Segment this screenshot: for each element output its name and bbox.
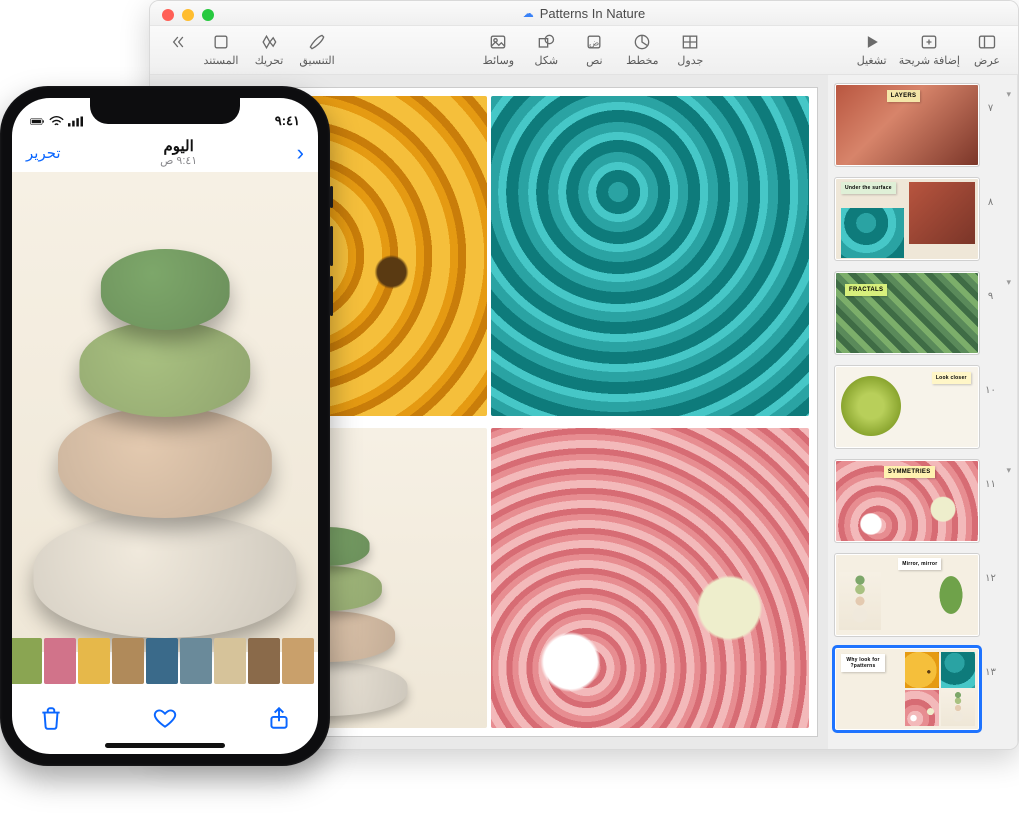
slide-thumbnail[interactable]: Look closer — [834, 365, 980, 449]
chart-button[interactable]: مخطط — [621, 30, 663, 67]
slide-image-teal[interactable] — [491, 96, 809, 416]
mute-switch[interactable] — [330, 186, 333, 208]
play-icon — [855, 30, 889, 54]
nav-item-11[interactable]: ▾ ١١ SYMMETRIES — [834, 459, 1011, 543]
slide-thumbnail[interactable]: SYMMETRIES — [834, 459, 980, 543]
add-slide-button[interactable]: إضافة شريحة — [899, 30, 960, 67]
window-title: Patterns In Nature — [540, 6, 646, 21]
slide-thumbnail-selected[interactable]: Why look for patterns? — [834, 647, 980, 731]
notch — [90, 98, 240, 124]
iphone: ٩:٤١ ‹ اليوم ٩:٤١ ص تحرير — [0, 86, 330, 766]
close-icon[interactable] — [162, 9, 174, 21]
chevron-down-icon[interactable]: ▾ — [1001, 459, 1011, 476]
slide-thumbnail[interactable]: LAYERS — [834, 83, 980, 167]
home-indicator[interactable] — [105, 743, 225, 748]
toolbar: عرض إضافة شريحة تشغيل جدول مخطط ض نص شكل — [150, 26, 1018, 75]
zoom-icon[interactable] — [202, 9, 214, 21]
nav-title: اليوم ٩:٤١ ص — [160, 138, 197, 168]
status-time: ٩:٤١ — [275, 113, 300, 129]
back-button[interactable]: ‹ — [297, 140, 304, 166]
nav-item-13[interactable]: ١٣ Why look for patterns? — [834, 647, 1011, 731]
svg-text:ض: ض — [589, 37, 599, 47]
chart-icon — [625, 30, 659, 54]
wifi-icon — [49, 116, 64, 127]
media-icon — [481, 30, 515, 54]
volume-down-button[interactable] — [330, 276, 333, 316]
edit-button[interactable]: تحرير — [26, 144, 61, 162]
volume-up-button[interactable] — [330, 226, 333, 266]
battery-icon — [30, 116, 45, 127]
view-button[interactable]: عرض — [966, 30, 1008, 67]
photo-strip[interactable] — [12, 638, 318, 684]
media-button[interactable]: وسائط — [477, 30, 519, 67]
play-button[interactable]: تشغيل — [851, 30, 893, 67]
chevron-down-icon[interactable]: ▾ — [1001, 83, 1011, 100]
shape-icon — [529, 30, 563, 54]
chevron-down-icon[interactable]: ▾ — [1001, 271, 1011, 288]
nav-item-7[interactable]: ▾ ٧ LAYERS — [834, 83, 1011, 167]
nav-item-12[interactable]: ١٢ Mirror, mirror — [834, 553, 1011, 637]
table-icon — [673, 30, 707, 54]
collapse-button[interactable] — [160, 30, 194, 54]
animate-button[interactable]: تحريك — [248, 30, 290, 67]
format-button[interactable]: التنسيق — [296, 30, 338, 67]
favorite-button[interactable] — [152, 705, 178, 736]
slide-image-shells[interactable] — [491, 428, 809, 728]
nav-item-8[interactable]: ٨ Under the surface — [834, 177, 1011, 261]
nav-item-10[interactable]: ١٠ Look closer — [834, 365, 1011, 449]
document-button[interactable]: المستند — [200, 30, 242, 67]
titlebar: Patterns In Nature ☁ — [150, 1, 1018, 26]
slide-thumbnail[interactable]: FRACTALS — [834, 271, 980, 355]
sidebar-icon — [970, 30, 1004, 54]
iphone-screen: ٩:٤١ ‹ اليوم ٩:٤١ ص تحرير — [12, 98, 318, 754]
text-button[interactable]: ض نص — [573, 30, 615, 67]
nav-item-9[interactable]: ▾ ٩ FRACTALS — [834, 271, 1011, 355]
shape-button[interactable]: شكل — [525, 30, 567, 67]
share-button[interactable] — [266, 705, 292, 736]
slide-navigator[interactable]: ▾ ٧ LAYERS ٨ Under the surface ▾ ٩ — [828, 75, 1018, 749]
text-icon: ض — [577, 30, 611, 54]
chevrons-icon — [160, 30, 194, 54]
icloud-icon: ☁ — [523, 7, 534, 20]
nav-header: ‹ اليوم ٩:٤١ ص تحرير — [12, 136, 318, 174]
photo-hero[interactable] — [12, 172, 318, 652]
trash-button[interactable] — [38, 705, 64, 736]
slide-thumbnail[interactable]: Under the surface — [834, 177, 980, 261]
window-controls — [162, 9, 214, 21]
animate-icon — [252, 30, 286, 54]
slide-thumbnail[interactable]: Mirror, mirror — [834, 553, 980, 637]
cellular-icon — [68, 116, 83, 127]
brush-icon — [300, 30, 334, 54]
table-button[interactable]: جدول — [669, 30, 711, 67]
plus-slide-icon — [912, 30, 946, 54]
document-icon — [204, 30, 238, 54]
minimize-icon[interactable] — [182, 9, 194, 21]
